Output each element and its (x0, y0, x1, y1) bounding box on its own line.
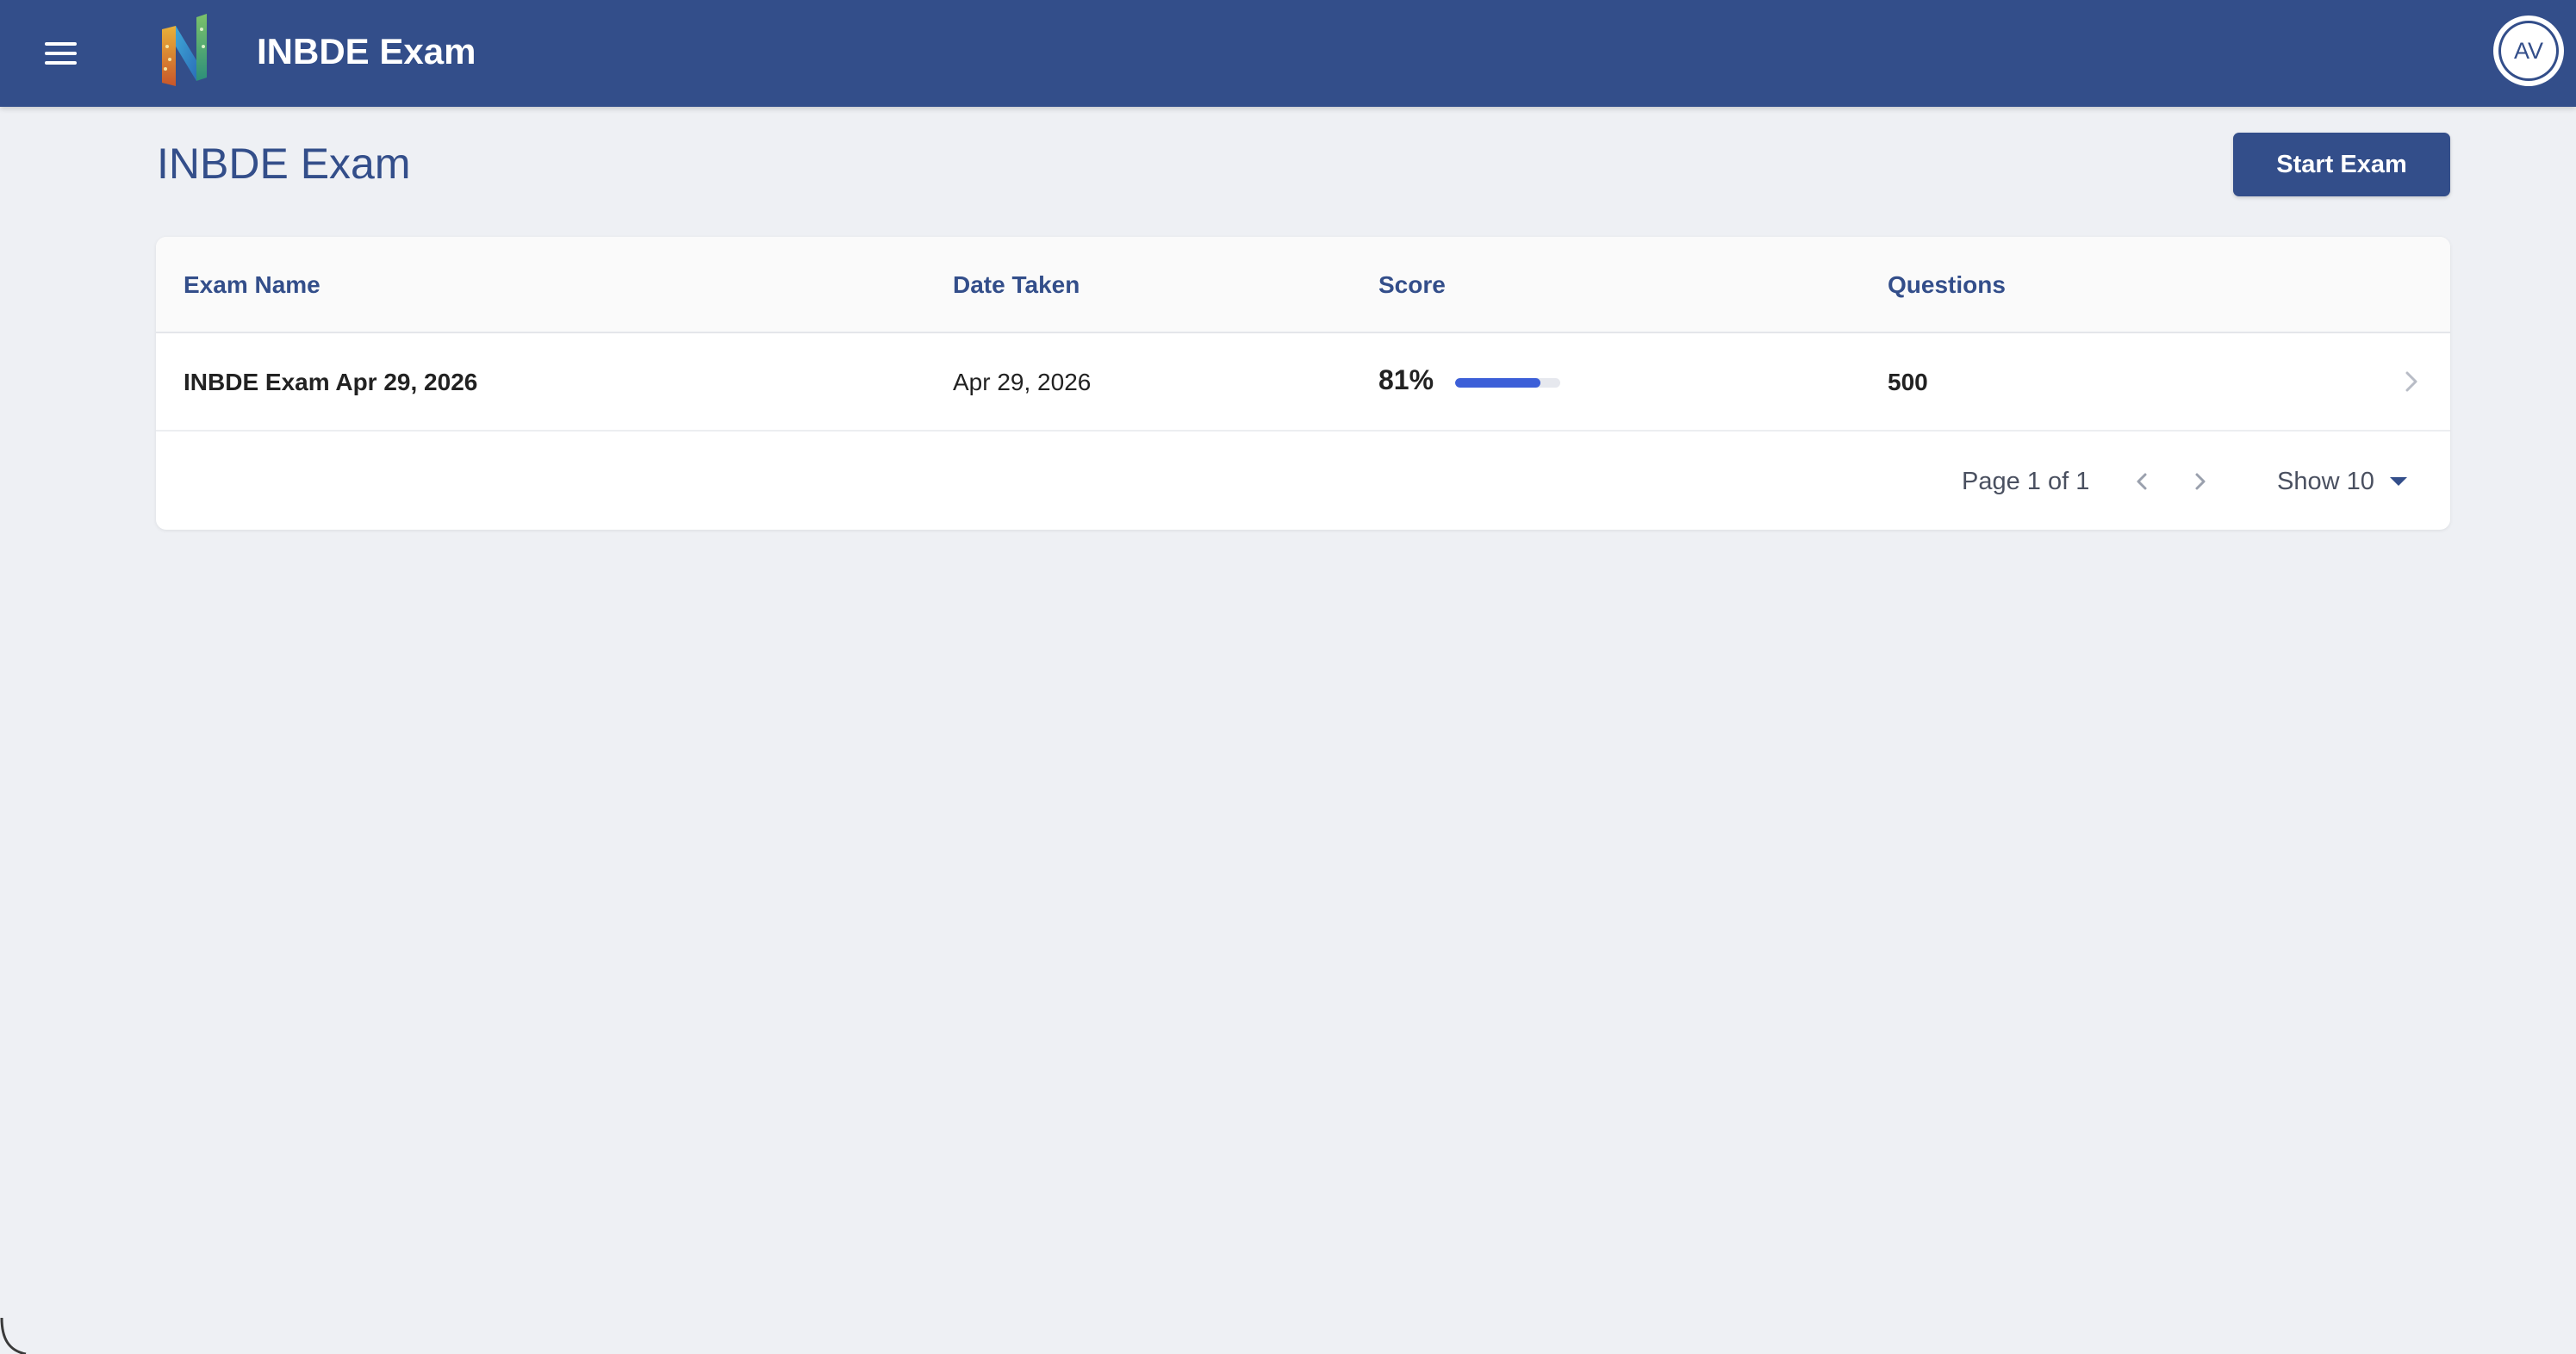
exam-history-table: Exam Name Date Taken Score Questions INB… (156, 237, 2450, 530)
hamburger-menu-icon[interactable] (38, 34, 84, 72)
questions-cell: 500 (1888, 369, 1928, 395)
app-title: INBDE Exam (257, 31, 476, 71)
user-avatar[interactable]: AV (2493, 16, 2564, 86)
app-logo[interactable] (157, 12, 212, 88)
chevron-right-icon[interactable] (2181, 463, 2219, 500)
page-size-label: Show 10 (2277, 468, 2374, 495)
column-header-exam-name: Exam Name (184, 271, 320, 298)
chevron-right-icon[interactable] (2396, 366, 2427, 397)
top-app-bar: INBDE Exam AV (0, 0, 2576, 107)
score-progress-fill (1455, 378, 1540, 388)
avatar-initials: AV (2501, 23, 2556, 78)
pagination-bar: Page 1 of 1 Show 10 (156, 432, 2450, 530)
column-header-date-taken: Date Taken (953, 271, 1080, 298)
column-header-score: Score (1378, 271, 1446, 298)
table-header: Exam Name Date Taken Score Questions (156, 237, 2450, 333)
page-indicator: Page 1 of 1 (1962, 468, 2090, 495)
page-size-select[interactable]: Show 10 (2277, 463, 2407, 500)
caret-down-icon (2389, 477, 2407, 486)
start-exam-button[interactable]: Start Exam (2233, 133, 2450, 196)
column-header-questions: Questions (1888, 271, 2006, 298)
exam-name-cell: INBDE Exam Apr 29, 2026 (184, 369, 478, 395)
score-progress-bar (1455, 378, 1560, 388)
page-title: INBDE Exam (157, 140, 411, 188)
score-cell: 81% (1378, 364, 1434, 395)
window-corner (0, 1318, 27, 1354)
table-row[interactable]: INBDE Exam Apr 29, 2026 Apr 29, 2026 81%… (156, 333, 2450, 432)
chevron-left-icon[interactable] (2123, 463, 2161, 500)
date-taken-cell: Apr 29, 2026 (953, 369, 1092, 395)
